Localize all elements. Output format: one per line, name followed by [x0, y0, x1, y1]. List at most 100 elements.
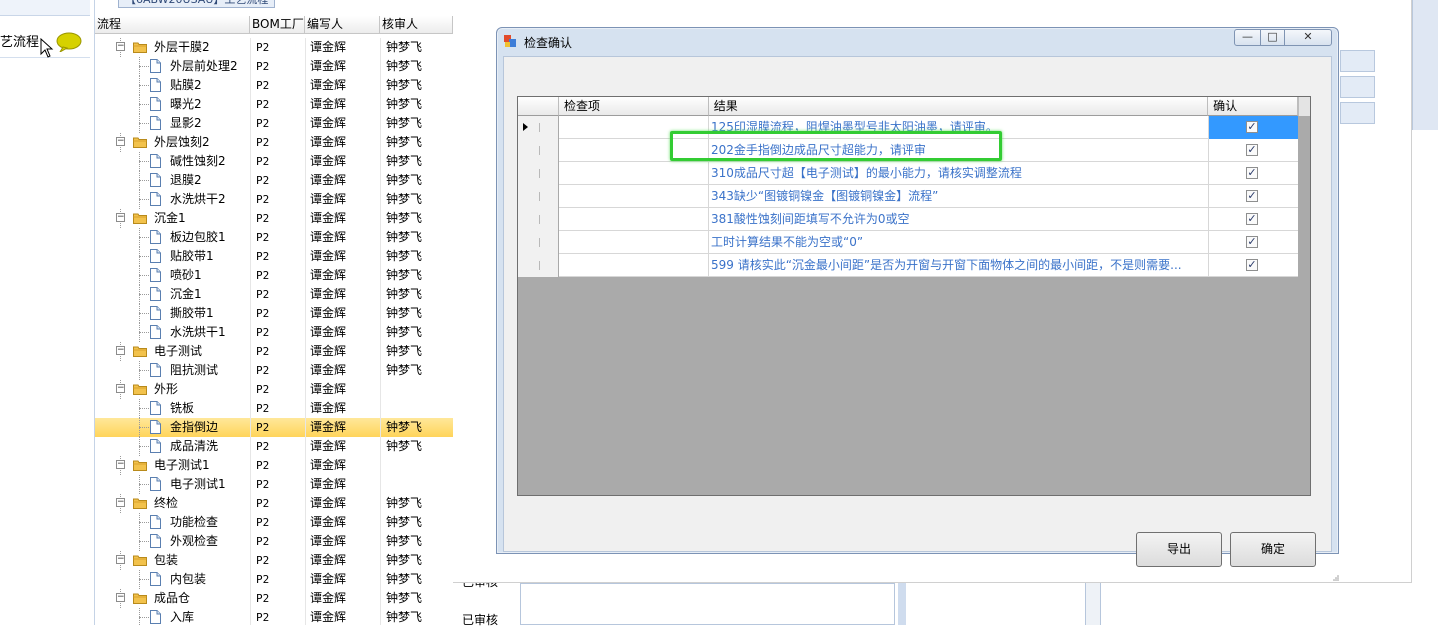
tree-node[interactable]: 贴膜2: [95, 76, 249, 95]
tree-row[interactable]: 内包装 P2 谭金辉 钟梦飞: [95, 570, 453, 589]
check-row[interactable]: 工时计算结果不能为空或“0” ✓: [518, 231, 1298, 254]
tree-row[interactable]: 显影2 P2 谭金辉 钟梦飞: [95, 114, 453, 133]
ok-button[interactable]: 确定: [1230, 532, 1316, 567]
confirm-checkbox[interactable]: ✓: [1246, 213, 1258, 225]
tree-row[interactable]: 碱性蚀刻2 P2 谭金辉 钟梦飞: [95, 152, 453, 171]
collapse-toggle-icon[interactable]: −: [116, 346, 125, 355]
tree-node[interactable]: 显影2: [95, 114, 249, 133]
tree-node[interactable]: 铣板: [95, 399, 249, 418]
tree-row[interactable]: 撕胶带1 P2 谭金辉 钟梦飞: [95, 304, 453, 323]
result-cell[interactable]: 381酸性蚀刻间距填写不允许为0或空: [709, 208, 1209, 231]
tree-row[interactable]: 成品清洗 P2 谭金辉 钟梦飞: [95, 437, 453, 456]
tree-row[interactable]: − 成品仓 P2 谭金辉 钟梦飞: [95, 589, 453, 608]
confirm-checkbox[interactable]: ✓: [1246, 259, 1258, 271]
collapse-toggle-icon[interactable]: −: [116, 498, 125, 507]
tree-node[interactable]: − 电子测试: [95, 342, 249, 361]
tree-row[interactable]: 金指倒边 P2 谭金辉 钟梦飞: [95, 418, 453, 437]
collapse-toggle-icon[interactable]: −: [116, 137, 125, 146]
col-header-writer[interactable]: 编写人: [305, 16, 380, 34]
underlying-tab[interactable]: [1340, 50, 1375, 72]
tree-row[interactable]: 阻抗测试 P2 谭金辉 钟梦飞: [95, 361, 453, 380]
tree-row[interactable]: 贴膜2 P2 谭金辉 钟梦飞: [95, 76, 453, 95]
confirm-cell[interactable]: ✓: [1209, 185, 1298, 208]
tree-row[interactable]: 退膜2 P2 谭金辉 钟梦飞: [95, 171, 453, 190]
tree-row[interactable]: 电子测试1 P2 谭金辉: [95, 475, 453, 494]
col-header-process[interactable]: 流程: [95, 16, 250, 34]
col-header-confirm[interactable]: 确认: [1208, 97, 1299, 116]
maximize-button[interactable]: □: [1260, 29, 1285, 46]
underlying-tab[interactable]: [1340, 102, 1375, 124]
tree-row[interactable]: − 包装 P2 谭金辉 钟梦飞: [95, 551, 453, 570]
minimize-button[interactable]: —: [1234, 29, 1261, 46]
confirm-cell[interactable]: ✓: [1209, 162, 1298, 185]
check-row[interactable]: 599 请核实此“沉金最小间距”是否为开窗与开窗下面物体之间的最小间距，不是则需…: [518, 254, 1298, 277]
tree-node[interactable]: 金指倒边: [95, 418, 249, 437]
check-item-cell[interactable]: [559, 254, 709, 277]
tree-row[interactable]: − 外层干膜2 P2 谭金辉 钟梦飞: [95, 38, 453, 57]
tree-node[interactable]: 内包装: [95, 570, 249, 589]
confirm-checkbox[interactable]: ✓: [1246, 144, 1258, 156]
chat-bubble-icon[interactable]: [55, 32, 83, 52]
tree-row[interactable]: 外层前处理2 P2 谭金辉 钟梦飞: [95, 57, 453, 76]
tree-node[interactable]: 阻抗测试: [95, 361, 249, 380]
collapse-toggle-icon[interactable]: −: [116, 384, 125, 393]
confirm-cell[interactable]: ✓: [1209, 254, 1298, 277]
confirm-cell[interactable]: ✓: [1209, 208, 1298, 231]
process-title-tab[interactable]: 【6ABW20USAU】工艺流程: [118, 0, 276, 8]
tree-row[interactable]: − 电子测试 P2 谭金辉 钟梦飞: [95, 342, 453, 361]
collapse-toggle-icon[interactable]: −: [116, 42, 125, 51]
tree-node[interactable]: 功能检查: [95, 513, 249, 532]
tree-node[interactable]: 电子测试1: [95, 475, 249, 494]
tree-row[interactable]: − 电子测试1 P2 谭金辉: [95, 456, 453, 475]
check-item-cell[interactable]: [559, 185, 709, 208]
tree-row[interactable]: 水洗烘干2 P2 谭金辉 钟梦飞: [95, 190, 453, 209]
export-button[interactable]: 导出: [1136, 532, 1222, 567]
col-header-check-item[interactable]: 检查项: [558, 97, 709, 116]
tree-node[interactable]: 入库: [95, 608, 249, 625]
tree-node[interactable]: − 外层干膜2: [95, 38, 249, 57]
tree-row[interactable]: 板边包胶1 P2 谭金辉 钟梦飞: [95, 228, 453, 247]
tree-node[interactable]: 成品清洗: [95, 437, 249, 456]
tree-row[interactable]: 贴胶带1 P2 谭金辉 钟梦飞: [95, 247, 453, 266]
collapse-toggle-icon[interactable]: −: [116, 213, 125, 222]
tree-node[interactable]: − 外形: [95, 380, 249, 399]
tree-row[interactable]: 水洗烘干1 P2 谭金辉 钟梦飞: [95, 323, 453, 342]
confirm-cell[interactable]: ✓: [1209, 139, 1298, 162]
tree-row[interactable]: − 终检 P2 谭金辉 钟梦飞: [95, 494, 453, 513]
result-cell[interactable]: 599 请核实此“沉金最小间距”是否为开窗与开窗下面物体之间的最小间距，不是则需…: [709, 254, 1209, 277]
check-row[interactable]: 343缺少“图镀铜镍金【图镀铜镍金】流程” ✓: [518, 185, 1298, 208]
row-header[interactable]: [518, 208, 559, 231]
tree-node[interactable]: − 外层蚀刻2: [95, 133, 249, 152]
col-header-result[interactable]: 结果: [708, 97, 1209, 116]
tree-node[interactable]: 退膜2: [95, 171, 249, 190]
tree-node[interactable]: 水洗烘干1: [95, 323, 249, 342]
confirm-checkbox[interactable]: ✓: [1246, 190, 1258, 202]
row-header[interactable]: [518, 139, 559, 162]
row-header[interactable]: [518, 116, 559, 139]
check-item-cell[interactable]: [559, 208, 709, 231]
confirm-checkbox[interactable]: ✓: [1246, 167, 1258, 179]
tree-row[interactable]: 入库 P2 谭金辉 钟梦飞: [95, 608, 453, 625]
tree-node[interactable]: 板边包胶1: [95, 228, 249, 247]
close-button[interactable]: ✕: [1284, 29, 1332, 46]
confirm-checkbox[interactable]: ✓: [1246, 236, 1258, 248]
collapse-toggle-icon[interactable]: −: [116, 593, 125, 602]
tree-row[interactable]: − 沉金1 P2 谭金辉 钟梦飞: [95, 209, 453, 228]
resize-grip-icon[interactable]: [1331, 573, 1339, 581]
check-item-cell[interactable]: [559, 231, 709, 254]
collapse-toggle-icon[interactable]: −: [116, 460, 125, 469]
tree-node[interactable]: 喷砂1: [95, 266, 249, 285]
tree-row[interactable]: 喷砂1 P2 谭金辉 钟梦飞: [95, 266, 453, 285]
tree-node[interactable]: 水洗烘干2: [95, 190, 249, 209]
dialog-titlebar[interactable]: 检查确认 — □ ✕: [497, 28, 1338, 54]
tree-row[interactable]: 沉金1 P2 谭金辉 钟梦飞: [95, 285, 453, 304]
tree-node[interactable]: 撕胶带1: [95, 304, 249, 323]
tree-node[interactable]: 碱性蚀刻2: [95, 152, 249, 171]
tree-row[interactable]: − 外形 P2 谭金辉: [95, 380, 453, 399]
tree-node[interactable]: 沉金1: [95, 285, 249, 304]
tree-row[interactable]: − 外层蚀刻2 P2 谭金辉 钟梦飞: [95, 133, 453, 152]
col-header-bom[interactable]: BOM工厂: [250, 16, 305, 34]
tree-node[interactable]: 外层前处理2: [95, 57, 249, 76]
collapse-toggle-icon[interactable]: −: [116, 555, 125, 564]
row-header[interactable]: [518, 231, 559, 254]
